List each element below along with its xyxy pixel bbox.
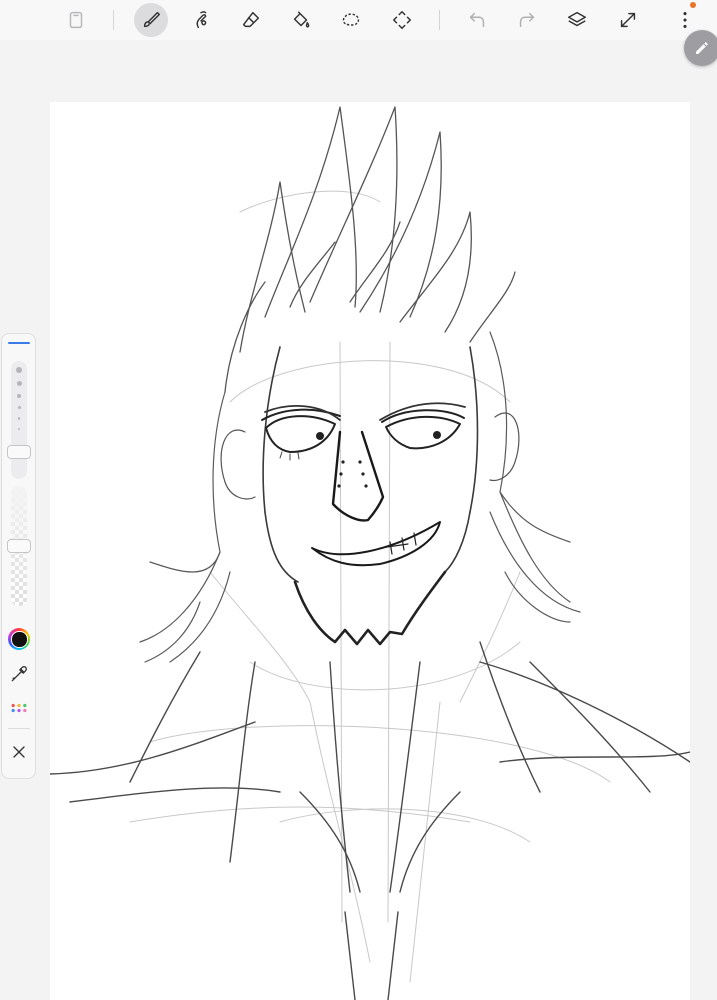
toolbar-divider [439, 10, 440, 30]
redo-icon [519, 12, 535, 28]
toolbar-divider [113, 10, 114, 30]
opacity-handle[interactable] [7, 539, 31, 553]
pencil-icon [696, 42, 708, 54]
paint-bucket-icon [293, 11, 310, 28]
brush-icon [143, 11, 160, 28]
color-wheel-button[interactable] [8, 628, 30, 650]
layers-button[interactable] [560, 3, 594, 37]
brush-size-slider[interactable] [11, 361, 27, 479]
fill-tool-button[interactable] [284, 3, 318, 37]
save-button[interactable] [59, 3, 93, 37]
undo-icon [469, 12, 485, 28]
current-color-swatch [10, 630, 28, 648]
close-panel-button[interactable] [9, 742, 29, 762]
brush-settings-panel [1, 333, 36, 779]
lasso-tool-button[interactable] [334, 3, 368, 37]
floating-pen-button[interactable] [684, 30, 717, 66]
top-toolbar [0, 0, 717, 40]
panel-accent-bar [8, 342, 30, 344]
save-icon [69, 11, 83, 29]
drawing-canvas[interactable] [50, 102, 690, 1000]
eraser-tool-button[interactable] [234, 3, 268, 37]
notification-dot [690, 2, 696, 8]
eyedropper-icon [11, 666, 27, 682]
smudge-tool-button[interactable] [184, 3, 218, 37]
size-indicator-dots [11, 367, 27, 438]
sketch-artwork [50, 106, 690, 1000]
palette-button[interactable] [9, 698, 29, 718]
smudge-icon [196, 11, 207, 29]
palette-icon [11, 703, 27, 713]
transform-tool-button[interactable] [385, 3, 419, 37]
more-vertical-icon [683, 12, 687, 28]
expand-icon [620, 12, 636, 28]
brush-tool-button[interactable] [134, 3, 168, 37]
panel-divider [8, 728, 30, 729]
layers-icon [568, 11, 586, 27]
brush-size-handle[interactable] [7, 445, 31, 459]
transform-icon [393, 11, 411, 29]
close-icon [13, 746, 25, 758]
fullscreen-button[interactable] [611, 3, 645, 37]
redo-button[interactable] [510, 3, 544, 37]
eraser-icon [242, 11, 260, 28]
eyedropper-button[interactable] [9, 664, 29, 684]
lasso-icon [342, 13, 360, 26]
undo-button[interactable] [460, 3, 494, 37]
